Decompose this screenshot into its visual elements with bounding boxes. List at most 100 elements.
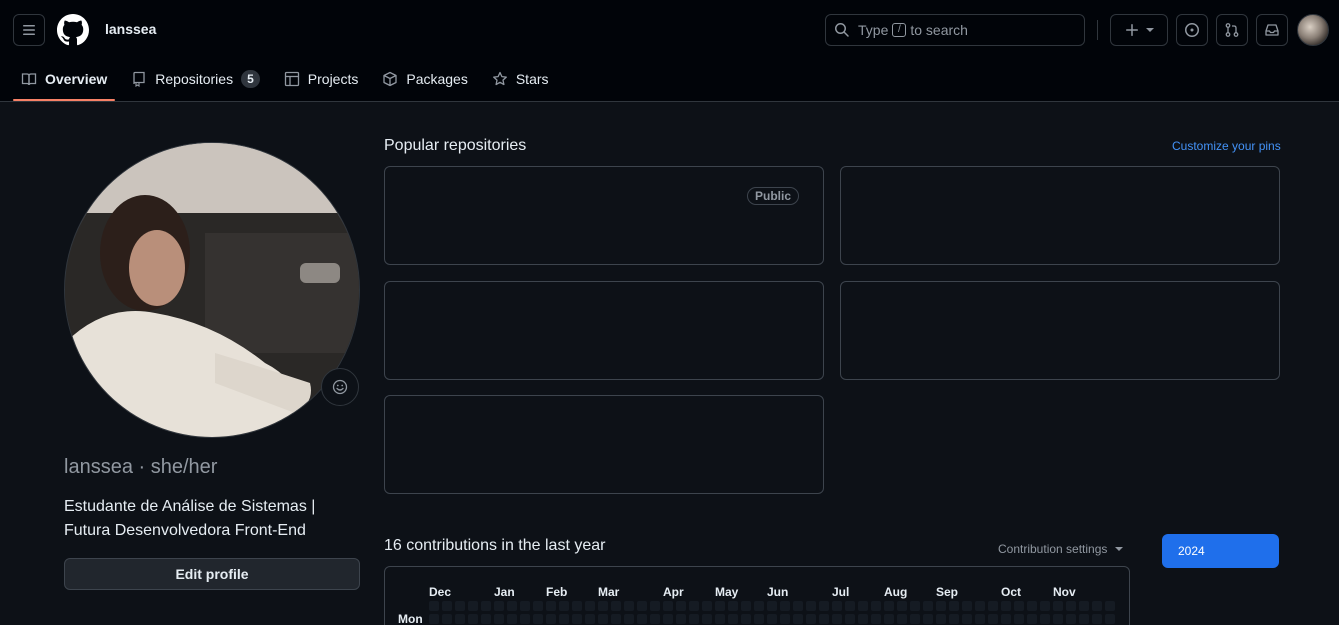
- contribution-settings-dropdown[interactable]: Contribution settings: [998, 542, 1124, 556]
- contribution-day-cell[interactable]: [936, 601, 946, 611]
- contribution-day-cell[interactable]: [546, 614, 556, 624]
- contribution-day-cell[interactable]: [559, 601, 569, 611]
- contribution-day-cell[interactable]: [910, 601, 920, 611]
- contribution-day-cell[interactable]: [949, 601, 959, 611]
- contribution-day-cell[interactable]: [533, 614, 543, 624]
- contribution-day-cell[interactable]: [923, 601, 933, 611]
- set-status-button[interactable]: [321, 368, 359, 406]
- contribution-day-cell[interactable]: [663, 614, 673, 624]
- contribution-day-cell[interactable]: [1066, 601, 1076, 611]
- year-2024-button[interactable]: 2024: [1162, 534, 1279, 568]
- contribution-day-cell[interactable]: [715, 614, 725, 624]
- contribution-day-cell[interactable]: [741, 601, 751, 611]
- contribution-day-cell[interactable]: [676, 614, 686, 624]
- contribution-day-cell[interactable]: [962, 614, 972, 624]
- contribution-day-cell[interactable]: [598, 614, 608, 624]
- contribution-day-cell[interactable]: [754, 614, 764, 624]
- contribution-day-cell[interactable]: [559, 614, 569, 624]
- contribution-day-cell[interactable]: [676, 601, 686, 611]
- contribution-day-cell[interactable]: [624, 614, 634, 624]
- create-new-button[interactable]: [1110, 14, 1168, 46]
- contribution-day-cell[interactable]: [923, 614, 933, 624]
- contribution-day-cell[interactable]: [637, 614, 647, 624]
- contribution-day-cell[interactable]: [858, 614, 868, 624]
- contribution-day-cell[interactable]: [988, 601, 998, 611]
- contribution-day-cell[interactable]: [819, 614, 829, 624]
- contribution-day-cell[interactable]: [858, 601, 868, 611]
- contribution-day-cell[interactable]: [429, 614, 439, 624]
- search-input[interactable]: Type / to search: [825, 14, 1085, 46]
- contribution-day-cell[interactable]: [663, 601, 673, 611]
- contribution-day-cell[interactable]: [585, 614, 595, 624]
- contribution-day-cell[interactable]: [442, 601, 452, 611]
- contribution-day-cell[interactable]: [884, 601, 894, 611]
- pull-requests-button[interactable]: [1216, 14, 1248, 46]
- contribution-day-cell[interactable]: [585, 601, 595, 611]
- contribution-day-cell[interactable]: [481, 601, 491, 611]
- contribution-day-cell[interactable]: [455, 601, 465, 611]
- profile-avatar[interactable]: [64, 142, 360, 438]
- contribution-day-cell[interactable]: [767, 601, 777, 611]
- github-logo-icon[interactable]: [57, 14, 89, 46]
- contribution-day-cell[interactable]: [1079, 614, 1089, 624]
- contribution-day-cell[interactable]: [819, 601, 829, 611]
- customize-pins-link[interactable]: Customize your pins: [1172, 139, 1281, 153]
- contribution-day-cell[interactable]: [806, 601, 816, 611]
- contribution-day-cell[interactable]: [598, 601, 608, 611]
- contribution-day-cell[interactable]: [1040, 601, 1050, 611]
- contribution-day-cell[interactable]: [832, 614, 842, 624]
- tab-stars[interactable]: Stars: [484, 62, 557, 96]
- contribution-day-cell[interactable]: [793, 601, 803, 611]
- contribution-day-cell[interactable]: [715, 601, 725, 611]
- contribution-day-cell[interactable]: [442, 614, 452, 624]
- contribution-day-cell[interactable]: [702, 601, 712, 611]
- contribution-day-cell[interactable]: [754, 601, 764, 611]
- contribution-day-cell[interactable]: [533, 601, 543, 611]
- contribution-day-cell[interactable]: [546, 601, 556, 611]
- pinned-repo-card[interactable]: Public: [384, 166, 824, 265]
- contribution-day-cell[interactable]: [429, 601, 439, 611]
- user-avatar-menu[interactable]: [1297, 14, 1329, 46]
- contribution-day-cell[interactable]: [962, 601, 972, 611]
- contribution-day-cell[interactable]: [728, 614, 738, 624]
- contribution-day-cell[interactable]: [1040, 614, 1050, 624]
- edit-profile-button[interactable]: Edit profile: [64, 558, 360, 590]
- contribution-day-cell[interactable]: [611, 601, 621, 611]
- contribution-day-cell[interactable]: [468, 601, 478, 611]
- contribution-day-cell[interactable]: [468, 614, 478, 624]
- menu-button[interactable]: [13, 14, 45, 46]
- contribution-day-cell[interactable]: [1105, 614, 1115, 624]
- contribution-day-cell[interactable]: [702, 614, 712, 624]
- contribution-day-cell[interactable]: [689, 614, 699, 624]
- contribution-day-cell[interactable]: [897, 601, 907, 611]
- inbox-button[interactable]: [1256, 14, 1288, 46]
- contribution-day-cell[interactable]: [1053, 601, 1063, 611]
- contribution-day-cell[interactable]: [832, 601, 842, 611]
- contribution-day-cell[interactable]: [494, 614, 504, 624]
- pinned-repo-card[interactable]: [384, 281, 824, 380]
- contribution-day-cell[interactable]: [884, 614, 894, 624]
- contribution-day-cell[interactable]: [1001, 614, 1011, 624]
- tab-repositories[interactable]: Repositories 5: [123, 62, 268, 96]
- contribution-day-cell[interactable]: [897, 614, 907, 624]
- contribution-day-cell[interactable]: [1027, 614, 1037, 624]
- contribution-day-cell[interactable]: [871, 601, 881, 611]
- contribution-day-cell[interactable]: [611, 614, 621, 624]
- contribution-day-cell[interactable]: [520, 614, 530, 624]
- contribution-day-cell[interactable]: [988, 614, 998, 624]
- contribution-day-cell[interactable]: [494, 601, 504, 611]
- contribution-day-cell[interactable]: [845, 614, 855, 624]
- contribution-day-cell[interactable]: [637, 601, 647, 611]
- contribution-day-cell[interactable]: [1001, 601, 1011, 611]
- contribution-day-cell[interactable]: [780, 601, 790, 611]
- contribution-day-cell[interactable]: [689, 601, 699, 611]
- contribution-day-cell[interactable]: [949, 614, 959, 624]
- contribution-day-cell[interactable]: [650, 601, 660, 611]
- contribution-day-cell[interactable]: [1027, 601, 1037, 611]
- contribution-day-cell[interactable]: [455, 614, 465, 624]
- contribution-day-cell[interactable]: [910, 614, 920, 624]
- contribution-day-cell[interactable]: [1014, 601, 1024, 611]
- tab-overview[interactable]: Overview: [13, 62, 116, 101]
- contribution-day-cell[interactable]: [1105, 601, 1115, 611]
- contribution-day-cell[interactable]: [728, 601, 738, 611]
